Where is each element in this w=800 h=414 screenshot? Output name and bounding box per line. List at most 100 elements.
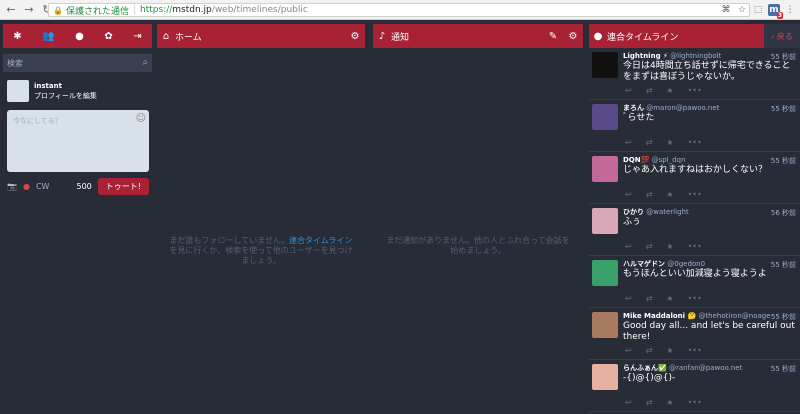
more-icon[interactable]: ••• [688, 86, 702, 95]
status-avatar[interactable] [592, 312, 618, 338]
translate-icon[interactable]: ⌘ [720, 4, 732, 16]
reply-icon[interactable]: ↩ [625, 138, 632, 147]
favourite-icon[interactable]: ★ [666, 190, 673, 199]
favourite-icon[interactable]: ★ [666, 294, 673, 303]
status-content: ふぅ [623, 217, 642, 227]
status-item[interactable]: ひかり @waterlight 56 秒前 ふぅ ↩ ⇄ ★ ••• [589, 204, 800, 256]
favourite-icon[interactable]: ★ [666, 398, 673, 407]
eraser-icon[interactable]: ✎ [543, 31, 563, 42]
boost-icon[interactable]: ⇄ [646, 138, 653, 147]
emoji-picker-icon[interactable]: ☺ [136, 113, 146, 124]
status-item[interactable]: ハルマゲドン @0gedon0 55 秒前 もうほんといい加減寝よう寝ようよ ↩… [589, 256, 800, 308]
status-item[interactable]: らんふぁん✅ @ranfan@pawoo.net 55 秒前 -{)@{)@{)… [589, 360, 800, 412]
menu-icon[interactable]: ⋮ [784, 4, 796, 16]
status-acct[interactable]: @spl_dqn [652, 156, 686, 164]
status-avatar[interactable] [592, 156, 618, 182]
public-header[interactable]: ● 連合タイムライン ‹ 戻る [589, 24, 800, 48]
reply-icon[interactable]: ↩ [625, 346, 632, 355]
status-display-name[interactable]: ひかり [623, 208, 644, 216]
globe-icon[interactable]: ● [23, 182, 30, 191]
logout-icon[interactable]: ⇥ [133, 31, 141, 42]
home-column: ⌂ ホーム ⚙ まだ誰もフォローしていません。連合タイムラインを見に行くか、検索… [157, 24, 365, 414]
favourite-icon[interactable]: ★ [666, 86, 673, 95]
status-acct[interactable]: @ranfan@pawoo.net [669, 364, 742, 372]
reply-icon[interactable]: ↩ [625, 242, 632, 251]
status-acct[interactable]: @thehotiron@noage [698, 312, 770, 320]
boost-icon[interactable]: ⇄ [646, 398, 653, 407]
more-icon[interactable]: ••• [688, 190, 702, 199]
notifications-body: まだ通知がありません。他の人とふれ合って会話を始めましょう。 [373, 48, 583, 414]
current-account[interactable]: instant プロフィールを編集 [7, 80, 97, 102]
camera-icon[interactable]: 📷 [7, 182, 17, 191]
extension-icon[interactable]: ⬚ [752, 4, 764, 16]
status-display-name[interactable]: ハルマゲドン [623, 260, 665, 268]
reply-icon[interactable]: ↩ [625, 294, 632, 303]
status-item[interactable]: DQN💯 @spl_dqn 55 秒前 じゃあ入れますねはおかしくない？ ↩ ⇄… [589, 152, 800, 204]
status-display-name[interactable]: まろん [623, 104, 644, 112]
compose-nav: ✱ 👥 ● ✿ ⇥ [3, 24, 152, 48]
forward-arrow-icon[interactable]: → [22, 3, 36, 17]
status-item[interactable]: Lightning ⚡ @lightningbolt 55 秒前 今日は4時間立… [589, 48, 800, 100]
status-display-name[interactable]: Mike Maddaloni 🤔 [623, 312, 696, 320]
back-arrow-icon[interactable]: ← [4, 3, 18, 17]
toot-button[interactable]: トゥート! [97, 178, 149, 195]
status-display-name[interactable]: DQN💯 [623, 156, 649, 164]
boost-icon[interactable]: ⇄ [646, 190, 653, 199]
status-avatar[interactable] [592, 364, 618, 390]
status-content: -{)@{)@{)- [623, 373, 676, 383]
preferences-icon[interactable]: ✿ [104, 31, 112, 42]
status-acct[interactable]: @waterlight [646, 208, 688, 216]
search-input[interactable]: 検索 ⌕ [3, 54, 152, 72]
avatar[interactable] [7, 80, 29, 102]
home-body: まだ誰もフォローしていません。連合タイムラインを見に行くか、検索を使って他のユー… [157, 48, 365, 414]
compose-toolbar: 📷 ● CW 500 トゥート! [7, 178, 149, 195]
boost-icon[interactable]: ⇄ [646, 346, 653, 355]
reply-icon[interactable]: ↩ [625, 190, 632, 199]
browser-toolbar: ← → ↻ 🔒 保護された通信 | https:// mstdn.jp /web… [0, 0, 800, 20]
boost-icon[interactable]: ⇄ [646, 294, 653, 303]
status-item[interactable]: Mike Maddaloni 🤔 @thehotiron@noage 55 秒前… [589, 308, 800, 360]
status-item[interactable]: まろん @maron@pawoo.net 55 秒前 ﾞらせた ↩ ⇄ ★ ••… [589, 100, 800, 152]
status-acct[interactable]: @maron@pawoo.net [646, 104, 719, 112]
boost-icon[interactable]: ⇄ [646, 242, 653, 251]
reply-icon[interactable]: ↩ [625, 86, 632, 95]
character-counter: 500 [76, 182, 92, 191]
status-acct[interactable]: @0gedon0 [667, 260, 705, 268]
app-root: ← → ↻ 🔒 保護された通信 | https:// mstdn.jp /web… [0, 0, 800, 414]
more-icon[interactable]: ••• [688, 398, 702, 407]
compose-textarea[interactable]: 今なにしてる？ ☺ [7, 110, 149, 172]
home-header[interactable]: ⌂ ホーム ⚙ [157, 24, 365, 48]
federated-timeline-link[interactable]: 連合タイムライン [289, 236, 352, 245]
url-separator: | [132, 5, 137, 15]
settings-icon[interactable]: ⚙ [563, 31, 583, 42]
back-button[interactable]: ‹ 戻る [764, 24, 800, 48]
favourite-icon[interactable]: ★ [666, 138, 673, 147]
local-timeline-icon[interactable]: 👥 [42, 31, 54, 42]
more-icon[interactable]: ••• [688, 346, 702, 355]
notifications-header[interactable]: ♪ 通知 ✎ ⚙ [373, 24, 583, 48]
star-icon[interactable]: ☆ [736, 4, 748, 16]
address-bar[interactable]: 🔒 保護された通信 | https:// mstdn.jp /web/timel… [48, 3, 750, 17]
federated-timeline-icon[interactable]: ● [75, 31, 84, 42]
status-display-name[interactable]: Lightning ⚡ [623, 52, 668, 60]
back-label: 戻る [776, 31, 793, 41]
favourite-icon[interactable]: ★ [666, 346, 673, 355]
status-avatar[interactable] [592, 104, 618, 130]
more-icon[interactable]: ••• [688, 294, 702, 303]
status-display-name[interactable]: らんふぁん✅ [623, 364, 667, 372]
status-avatar[interactable] [592, 208, 618, 234]
mastodon-extension-icon[interactable]: m3 [768, 4, 783, 19]
status-content: じゃあ入れますねはおかしくない？ [623, 165, 768, 175]
settings-icon[interactable]: ⚙ [345, 31, 365, 42]
edit-profile-link[interactable]: プロフィールを編集 [34, 91, 97, 101]
status-avatar[interactable] [592, 260, 618, 286]
more-icon[interactable]: ••• [688, 138, 702, 147]
cw-toggle[interactable]: CW [36, 182, 50, 191]
more-icon[interactable]: ••• [688, 242, 702, 251]
status-acct[interactable]: @lightningbolt [670, 52, 721, 60]
getting-started-icon[interactable]: ✱ [13, 31, 21, 42]
reply-icon[interactable]: ↩ [625, 398, 632, 407]
status-avatar[interactable] [592, 52, 618, 78]
favourite-icon[interactable]: ★ [666, 242, 673, 251]
boost-icon[interactable]: ⇄ [646, 86, 653, 95]
